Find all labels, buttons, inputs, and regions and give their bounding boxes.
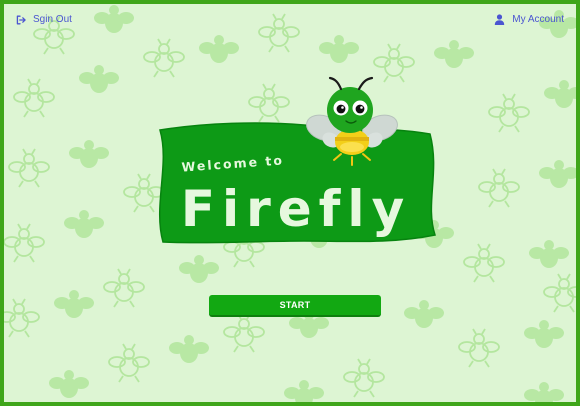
app-frame: Sgin Out My Account Welcome to Firefly S…: [0, 0, 580, 406]
start-button[interactable]: START: [209, 295, 381, 317]
firefly-title: Firefly: [181, 180, 411, 238]
firefly-logo: Welcome to Firefly: [158, 76, 436, 244]
